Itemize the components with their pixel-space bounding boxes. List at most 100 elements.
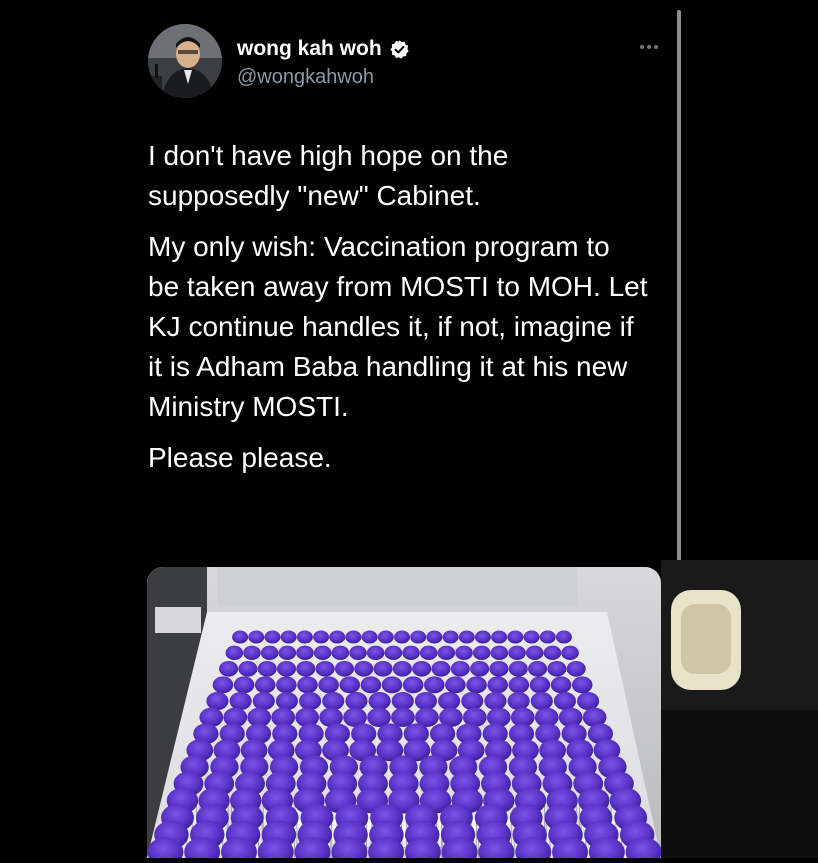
vial-cap <box>349 645 367 661</box>
verified-badge-icon <box>389 39 410 60</box>
vial-cap <box>299 691 322 711</box>
vial-cap <box>318 676 339 694</box>
photo-surround-left <box>0 560 147 858</box>
vial-cap <box>276 676 297 694</box>
vial-cap <box>577 691 600 711</box>
vial-cap <box>550 676 572 694</box>
tweet: wong kah woh @wongkahwoh I don't have hi… <box>0 0 818 858</box>
vial-cap <box>339 676 361 694</box>
vial-cap <box>297 676 318 694</box>
tweet-media-photo[interactable] <box>147 567 661 858</box>
vial-cap <box>361 630 378 644</box>
vaccine-vials-photo <box>147 567 661 858</box>
vial-cap <box>402 676 424 694</box>
vial-cap <box>474 630 491 644</box>
vial-cap <box>248 630 265 644</box>
vial-cap <box>280 630 297 644</box>
vial-cap <box>331 645 350 661</box>
vial-cap <box>508 660 528 677</box>
vial-cap <box>384 645 403 661</box>
author-handle[interactable]: @wongkahwoh <box>237 66 374 89</box>
vial-cap <box>523 630 540 644</box>
vial-cap <box>461 691 484 711</box>
vial-cap <box>252 691 275 711</box>
vial-cap <box>507 691 530 711</box>
vial-cap <box>489 660 509 677</box>
tweet-paragraph: My only wish: Vaccination program to be … <box>148 231 648 422</box>
vial-cap <box>426 630 443 644</box>
vial-cap <box>472 645 491 661</box>
vial-cap <box>442 630 459 644</box>
vial-cap <box>437 645 456 661</box>
vial-cap <box>391 691 414 711</box>
vial-cap <box>315 660 335 677</box>
vial-cap <box>296 630 313 644</box>
vial-cap <box>394 630 410 644</box>
scrollbar[interactable] <box>677 10 681 588</box>
vial-cap <box>507 630 524 644</box>
vial-cap <box>423 676 445 694</box>
vial-cap <box>238 660 258 677</box>
more-options-icon[interactable] <box>634 40 664 54</box>
avatar[interactable] <box>148 24 222 98</box>
vial-cap <box>225 645 244 661</box>
vial-cap <box>466 676 487 694</box>
vial-cap <box>276 660 297 677</box>
vial-cap <box>438 691 461 711</box>
photo-surround-right <box>661 560 818 858</box>
vial-cap <box>470 660 490 677</box>
vial-cap <box>414 691 438 711</box>
vial-cap <box>254 676 276 694</box>
vial-cap <box>543 645 562 661</box>
vial-cap <box>296 660 316 677</box>
vial-cap <box>487 676 508 694</box>
vial-cap <box>571 676 593 694</box>
vial-cap <box>366 645 385 661</box>
vial-cap <box>445 676 466 694</box>
vial-cap <box>313 645 332 661</box>
vial-cap <box>243 645 261 661</box>
vial-cap <box>455 645 473 661</box>
vial-cap <box>529 676 551 694</box>
author-display-name[interactable]: wong kah woh <box>237 37 382 61</box>
vial-cap <box>508 676 530 694</box>
vial-cap <box>278 645 297 661</box>
vial-cap <box>458 630 475 644</box>
vial-cap <box>377 630 394 644</box>
vial-cap <box>402 645 420 661</box>
vial-cap <box>528 660 548 677</box>
vial-cap <box>219 660 239 677</box>
vial-cap <box>373 660 393 677</box>
vial-cap <box>555 630 572 644</box>
vial-cap <box>232 630 249 644</box>
vial-cap <box>212 676 234 694</box>
vial-cap <box>450 660 470 677</box>
vial-cap <box>360 676 382 694</box>
vial-cap <box>229 691 252 711</box>
author-display-name-row[interactable]: wong kah woh <box>237 37 410 61</box>
vial-cap <box>412 660 432 677</box>
vial-cap <box>275 691 299 711</box>
vial-cap <box>491 630 508 644</box>
vial-cap <box>233 676 255 694</box>
vial-cap <box>260 645 279 661</box>
vial-cap <box>484 691 507 711</box>
vial-cap <box>354 660 374 677</box>
vial-cap <box>334 660 354 677</box>
vial-cap <box>553 691 577 711</box>
vial-cap <box>392 660 412 677</box>
vial-cap <box>547 660 567 677</box>
tweet-paragraph: I don't have high hope on the supposedly… <box>148 140 509 211</box>
vial-cap <box>539 630 556 644</box>
vial-cap <box>345 691 368 711</box>
vial-cap <box>391 707 415 728</box>
vial-cap <box>525 645 544 661</box>
vial-cap <box>329 630 346 644</box>
vial-cap <box>322 691 345 711</box>
avatar-photo <box>148 24 222 98</box>
vial-cap <box>345 630 362 644</box>
vial-cap <box>419 645 438 661</box>
vial-cap <box>381 676 403 694</box>
vial-cap <box>313 630 330 644</box>
vial-cap <box>530 691 553 711</box>
